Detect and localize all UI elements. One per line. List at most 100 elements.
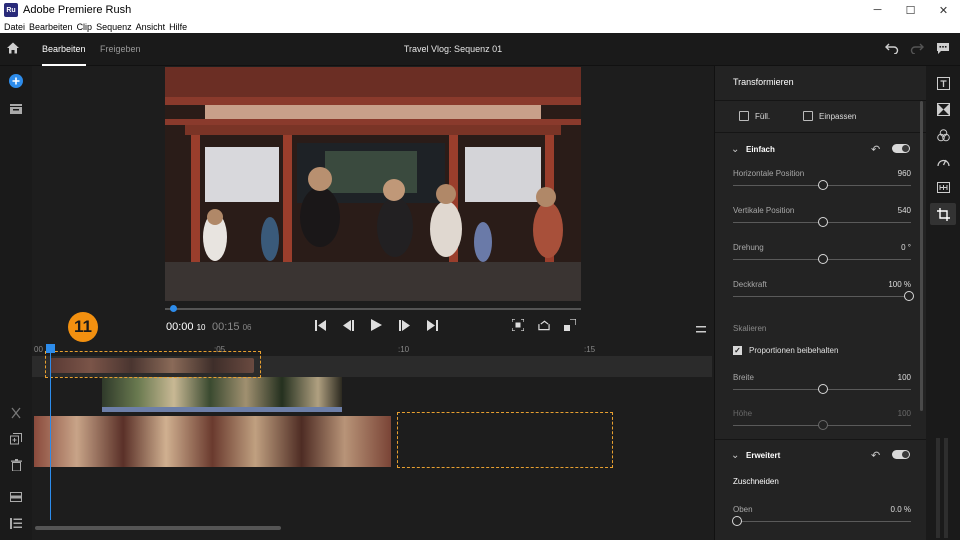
slider-handle[interactable]	[732, 516, 742, 526]
menu-sequence[interactable]: Sequenz	[96, 22, 132, 32]
property-value[interactable]: 540	[898, 206, 911, 215]
left-toolbar	[0, 66, 32, 540]
track-icon[interactable]	[9, 490, 23, 504]
timeline-scrollbar[interactable]	[35, 526, 281, 530]
property-value[interactable]: 100	[898, 409, 911, 418]
premiere-rush-window: Ru Adobe Premiere Rush ─ ☐ ✕ Datei Bearb…	[0, 0, 960, 540]
current-timecode-frames: 10	[196, 323, 206, 332]
close-button[interactable]: ✕	[927, 0, 960, 20]
reset-icon[interactable]: ↶	[871, 143, 880, 156]
property-value[interactable]: 0 °	[901, 243, 911, 252]
top-bar: Bearbeiten Freigeben Travel Vlog: Sequen…	[0, 33, 960, 66]
property-label: Oben	[733, 505, 753, 514]
feedback-icon[interactable]	[936, 42, 950, 58]
slider-handle[interactable]	[818, 180, 828, 190]
slider-track[interactable]	[733, 296, 911, 297]
property-value[interactable]: 0.0 %	[891, 505, 911, 514]
timeline-clip[interactable]	[102, 377, 342, 410]
undo-icon[interactable]	[885, 42, 899, 57]
minimize-button[interactable]: ─	[861, 0, 894, 20]
split-icon[interactable]	[9, 406, 23, 420]
checkbox-checked-icon[interactable]: ✓	[733, 346, 742, 355]
divider	[715, 132, 926, 133]
total-timecode: 00:15 06	[212, 321, 252, 333]
property-slider[interactable]: Drehung 0 °	[715, 243, 926, 273]
property-value[interactable]: 100	[898, 373, 911, 382]
timeline[interactable]: 00 :05 :10 :15 11	[32, 312, 714, 540]
step-back-icon[interactable]	[342, 319, 354, 331]
slider-handle[interactable]	[818, 254, 828, 264]
property-slider[interactable]: Breite 100	[715, 373, 926, 403]
title-bar: Ru Adobe Premiere Rush ─ ☐ ✕	[0, 0, 960, 20]
scale-label: Skalieren	[733, 324, 767, 333]
advanced-toggle[interactable]	[892, 450, 910, 459]
scrubber-handle[interactable]	[170, 305, 178, 312]
playback-scrubber[interactable]	[165, 305, 581, 312]
crop-transform-icon[interactable]	[936, 207, 950, 221]
color-icon[interactable]	[936, 128, 950, 142]
maximize-button[interactable]: ☐	[894, 0, 927, 20]
window-title: Adobe Premiere Rush	[23, 4, 132, 16]
menu-help[interactable]: Hilfe	[169, 22, 187, 32]
menu-clip[interactable]: Clip	[77, 22, 93, 32]
menu-file[interactable]: Datei	[4, 22, 25, 32]
monitor-menu-icon[interactable]	[696, 322, 706, 336]
project-icon[interactable]	[9, 102, 23, 116]
transitions-icon[interactable]	[936, 102, 950, 116]
delete-icon[interactable]	[9, 458, 23, 472]
fill-icon	[739, 111, 749, 121]
slider-handle[interactable]	[818, 420, 828, 430]
step-forward-icon[interactable]	[398, 319, 410, 331]
property-label: Drehung	[733, 243, 764, 252]
program-monitor: 00:00 10 00:15 06	[32, 66, 714, 344]
reset-icon[interactable]: ↶	[871, 449, 880, 462]
add-media-icon[interactable]	[9, 74, 23, 88]
step-badge: 11	[68, 312, 98, 342]
fit-view-icon[interactable]	[512, 319, 524, 331]
play-icon[interactable]	[370, 319, 382, 331]
chevron-down-icon[interactable]: ⌄	[731, 450, 739, 461]
slider-track[interactable]	[733, 521, 911, 522]
property-slider[interactable]: Höhe 100	[715, 409, 926, 439]
playhead[interactable]	[50, 352, 51, 520]
duplicate-icon[interactable]	[9, 432, 23, 446]
property-slider[interactable]: Vertikale Position 540	[715, 206, 926, 236]
go-to-start-icon[interactable]	[314, 319, 326, 331]
property-slider[interactable]: Oben 0.0 %	[715, 505, 926, 535]
speed-icon[interactable]	[936, 154, 950, 168]
slider-handle[interactable]	[818, 217, 828, 227]
property-slider[interactable]: Deckkraft 100 %	[715, 280, 926, 310]
redo-icon[interactable]	[910, 42, 924, 57]
transform-panel: Transformieren Füll. Einpassen ⌄ Einfach…	[714, 66, 926, 540]
basic-toggle[interactable]	[892, 144, 910, 153]
go-to-end-icon[interactable]	[426, 319, 438, 331]
audio-icon[interactable]	[936, 180, 950, 194]
panel-title: Transformieren	[733, 77, 794, 87]
chevron-down-icon[interactable]: ⌄	[731, 144, 739, 155]
section-basic-label: Einfach	[746, 145, 775, 154]
video-preview[interactable]	[165, 67, 581, 301]
menu-view[interactable]: Ansicht	[136, 22, 166, 32]
export-frame-icon[interactable]	[538, 319, 550, 331]
property-label: Höhe	[733, 409, 753, 418]
section-advanced[interactable]: ⌄ Erweitert ↶	[715, 447, 926, 465]
slider-handle[interactable]	[818, 384, 828, 394]
panel-scrollbar[interactable]	[920, 101, 923, 411]
fit-button[interactable]: Einpassen	[803, 111, 856, 121]
fullscreen-icon[interactable]	[564, 319, 576, 331]
track-list-icon[interactable]	[9, 516, 23, 530]
property-value[interactable]: 100 %	[888, 280, 911, 289]
section-basic[interactable]: ⌄ Einfach ↶	[715, 141, 926, 159]
keep-proportions-checkbox[interactable]: ✓ Proportionen beibehalten	[733, 346, 838, 355]
current-timecode: 00:00 10	[166, 321, 206, 333]
property-value[interactable]: 960	[898, 169, 911, 178]
audio-meter-left	[936, 438, 940, 538]
menu-edit[interactable]: Bearbeiten	[29, 22, 73, 32]
timeline-clip[interactable]	[34, 416, 391, 467]
slider-handle[interactable]	[904, 291, 914, 301]
menu-bar: Datei Bearbeiten Clip Sequenz Ansicht Hi…	[0, 20, 960, 33]
fit-icon	[803, 111, 813, 121]
fill-button[interactable]: Füll.	[739, 111, 770, 121]
titles-icon[interactable]	[936, 76, 950, 90]
property-slider[interactable]: Horizontale Position 960	[715, 169, 926, 199]
